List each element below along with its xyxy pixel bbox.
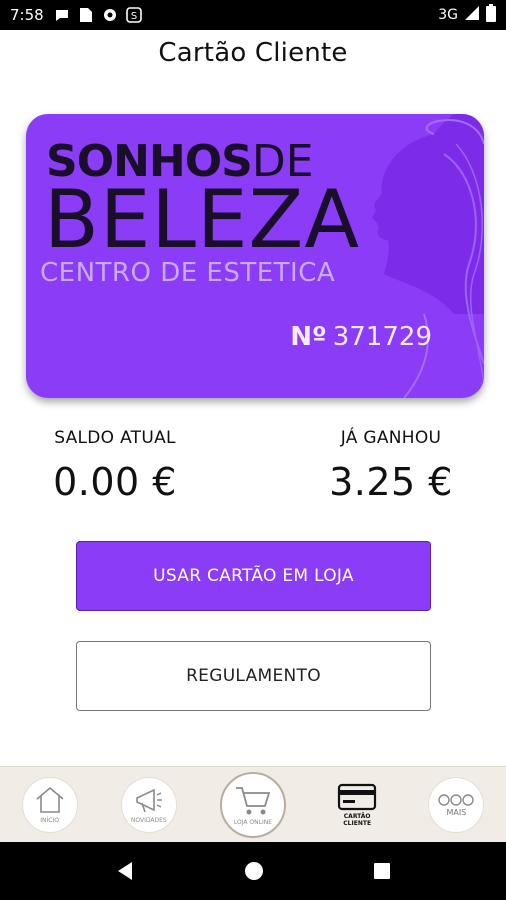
card-icon [338, 783, 377, 810]
earned-balance-value: 3.25 € [329, 460, 453, 504]
current-balance-label: SALDO ATUAL [54, 428, 176, 448]
back-icon[interactable] [114, 860, 136, 882]
brand-name-line2: BELEZA [44, 173, 361, 266]
more-icon [438, 794, 475, 806]
use-card-in-store-button[interactable]: USAR CARTÃO EM LOJA [76, 541, 431, 611]
status-bar: 7:58 S 3G [0, 0, 506, 30]
chat-icon [54, 7, 70, 23]
network-type: 3G [438, 7, 458, 23]
sim-icon [78, 7, 94, 23]
home-circle-icon[interactable] [243, 860, 265, 882]
settings-icon [102, 7, 118, 23]
nav-item-customer-card[interactable]: CARTÃO CLIENTE [329, 777, 385, 833]
cart-icon [235, 787, 271, 815]
battery-icon [486, 4, 496, 26]
nav-item-more[interactable]: MAIS [428, 776, 485, 833]
nav-item-news[interactable]: NOVIDADES [120, 776, 177, 833]
nav-label-more: MAIS [446, 808, 467, 817]
nav-item-home[interactable]: INÍCIO [21, 776, 78, 833]
rules-button[interactable]: REGULAMENTO [76, 641, 431, 711]
earned-balance-label: JÁ GANHOU [340, 428, 442, 448]
nav-label-news: NOVIDADES [130, 817, 167, 824]
earned-balance: JÁ GANHOU 3.25 € [316, 428, 466, 504]
card-number: Nº 371729 [290, 322, 432, 352]
current-balance-value: 0.00 € [53, 460, 177, 504]
signal-icon [464, 5, 480, 25]
recents-icon[interactable] [372, 861, 392, 881]
current-balance: SALDO ATUAL 0.00 € [40, 428, 190, 504]
nav-label-home: INÍCIO [40, 817, 59, 824]
card-number-prefix: Nº [290, 322, 327, 352]
app-s-icon: S [125, 7, 142, 23]
loyalty-card: SONHOSDE BELEZA CENTRO DE ESTETICA Nº 371… [26, 114, 484, 398]
nav-label-customer-card: CARTÃO CLIENTE [343, 812, 372, 827]
page-title: Cartão Cliente [158, 38, 348, 68]
nav-item-shop[interactable]: LOJA ONLINE [219, 771, 286, 838]
bottom-nav: INÍCIO NOVIDADES LOJA ONLINE CARTÃO CLIE… [0, 766, 506, 842]
home-icon [36, 786, 64, 813]
status-time: 7:58 [10, 6, 44, 24]
system-nav-bar [0, 842, 506, 900]
nav-label-shop: LOJA ONLINE [233, 819, 273, 826]
brand-subtitle: CENTRO DE ESTETICA [40, 258, 336, 288]
card-number-value: 371729 [332, 322, 432, 352]
notification-icons: S [54, 7, 142, 23]
megaphone-icon [135, 788, 162, 813]
status-right: 3G [438, 4, 496, 26]
svg-text:S: S [131, 11, 137, 22]
